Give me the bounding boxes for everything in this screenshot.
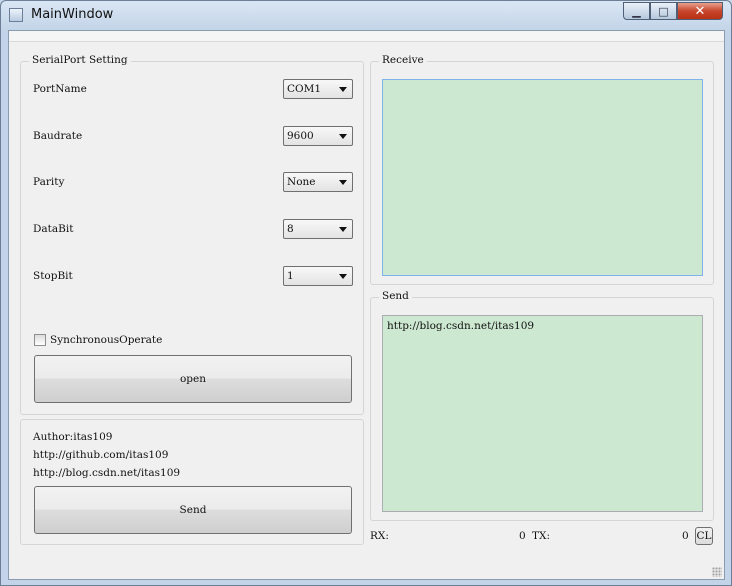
portname-label: PortName: [33, 83, 87, 95]
tx-value: 0: [682, 530, 689, 542]
serial-settings-group: SerialPort Setting PortName COM1 Baudrat…: [20, 54, 364, 415]
tx-label: TX:: [532, 530, 551, 542]
send-group: Send http://blog.csdn.net/itas109: [370, 290, 714, 521]
send-button[interactable]: Send: [34, 486, 352, 534]
baudrate-label: Baudrate: [33, 130, 83, 142]
maximize-button[interactable]: □: [650, 2, 677, 20]
chevron-down-icon: [339, 227, 347, 232]
sync-checkbox-label: SynchronousOperate: [50, 334, 163, 346]
databit-combo[interactable]: 8: [283, 219, 353, 239]
receive-title: Receive: [379, 54, 427, 66]
chevron-down-icon: [339, 134, 347, 139]
receive-group: Receive: [370, 54, 714, 285]
chevron-down-icon: [339, 87, 347, 92]
client-area: SerialPort Setting PortName COM1 Baudrat…: [8, 30, 725, 580]
stopbit-label: StopBit: [33, 270, 73, 282]
parity-value: None: [287, 176, 316, 188]
minimize-button[interactable]: ▁: [623, 2, 650, 20]
resize-grip[interactable]: [712, 567, 722, 577]
receive-textarea[interactable]: [382, 79, 703, 276]
baudrate-value: 9600: [287, 130, 314, 142]
stopbit-value: 1: [287, 270, 294, 282]
portname-value: COM1: [287, 83, 322, 95]
author-text: Author:itas109: [33, 431, 113, 443]
baudrate-combo[interactable]: 9600: [283, 126, 353, 146]
send-title: Send: [379, 290, 412, 302]
stopbit-combo[interactable]: 1: [283, 266, 353, 286]
parity-label: Parity: [33, 176, 65, 188]
databit-value: 8: [287, 223, 294, 235]
portname-combo[interactable]: COM1: [283, 79, 353, 99]
menu-bar: [9, 31, 724, 42]
open-button[interactable]: open: [34, 355, 352, 403]
close-button[interactable]: ✕: [677, 2, 723, 20]
serial-settings-title: SerialPort Setting: [29, 54, 131, 66]
sync-checkbox[interactable]: [34, 334, 46, 346]
rx-value: 0: [519, 530, 526, 542]
window-title: MainWindow: [31, 7, 114, 22]
github-link[interactable]: http://github.com/itas109: [33, 449, 168, 461]
main-window: MainWindow ▁ □ ✕ SerialPort Setting Port…: [0, 0, 732, 586]
chevron-down-icon: [339, 180, 347, 185]
chevron-down-icon: [339, 274, 347, 279]
parity-combo[interactable]: None: [283, 172, 353, 192]
app-icon: [9, 8, 23, 22]
send-content: http://blog.csdn.net/itas109: [387, 320, 535, 332]
blog-link[interactable]: http://blog.csdn.net/itas109: [33, 467, 180, 479]
info-group: Author:itas109 http://github.com/itas109…: [20, 419, 364, 545]
databit-label: DataBit: [33, 223, 74, 235]
clear-button[interactable]: CL: [695, 527, 713, 545]
rx-label: RX:: [370, 530, 389, 542]
send-textarea[interactable]: http://blog.csdn.net/itas109: [382, 315, 703, 512]
